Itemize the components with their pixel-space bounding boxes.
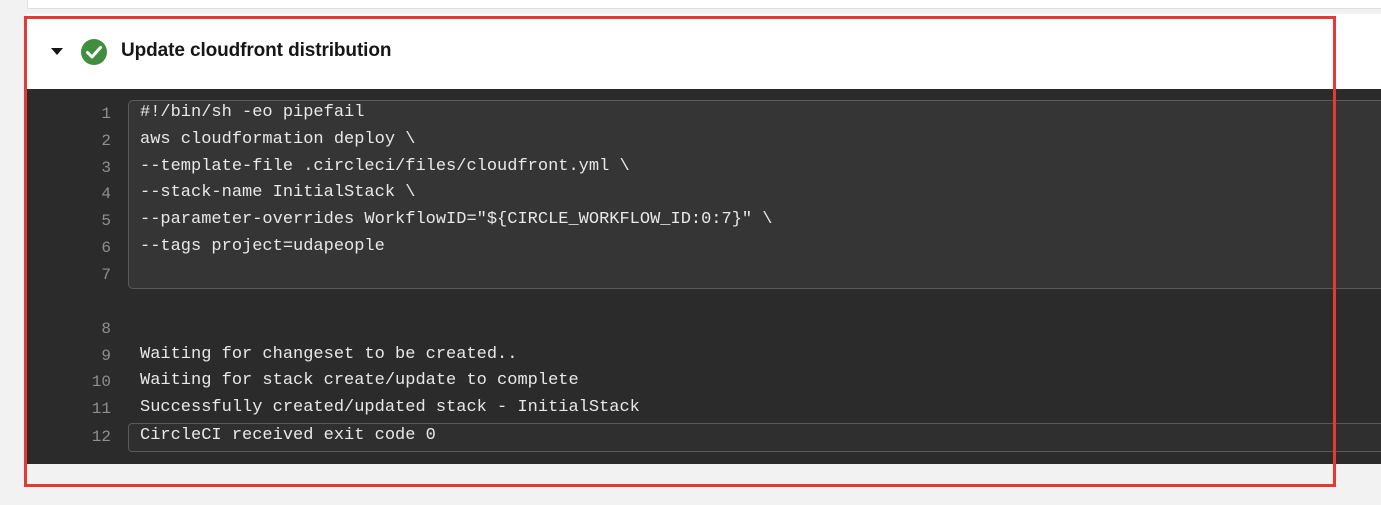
- line-number: 8: [101, 320, 111, 338]
- log-line: 4 --stack-name InitialStack \: [27, 181, 1381, 208]
- log-line: 5 --parameter-overrides WorkflowID="${CI…: [27, 208, 1381, 235]
- line-text: --template-file .circleci/files/cloudfro…: [140, 157, 630, 176]
- log-line: 6 --tags project=udapeople: [27, 235, 1381, 262]
- line-number: 10: [91, 373, 111, 391]
- line-text: Successfully created/updated stack - Ini…: [140, 398, 640, 417]
- log-line: 3 --template-file .circleci/files/cloudf…: [27, 155, 1381, 182]
- line-number: 11: [91, 400, 111, 418]
- previous-step-card: [27, 0, 1381, 9]
- line-text: Waiting for changeset to be created..: [140, 345, 518, 364]
- line-text: --stack-name InitialStack \: [140, 183, 416, 202]
- log-line: 9 Waiting for changeset to be created..: [27, 343, 1381, 370]
- step-card: Update cloudfront distribution 1 #!/bin/…: [27, 14, 1381, 464]
- line-number: 9: [101, 347, 111, 365]
- line-text: #!/bin/sh -eo pipefail: [140, 103, 365, 122]
- log-line: 11 Successfully created/updated stack - …: [27, 396, 1381, 423]
- line-text: CircleCI received exit code 0: [140, 426, 436, 445]
- log-line: 7: [27, 262, 1381, 289]
- line-number: 4: [101, 185, 111, 203]
- line-number: 6: [101, 239, 111, 257]
- log-output: 1 #!/bin/sh -eo pipefail 2 aws cloudform…: [27, 89, 1381, 464]
- log-line: 8: [27, 316, 1381, 343]
- line-number: 5: [101, 212, 111, 230]
- line-number: 2: [101, 132, 111, 150]
- line-number: 12: [91, 428, 111, 446]
- line-number: 1: [101, 105, 111, 123]
- step-title: Update cloudfront distribution: [121, 40, 392, 61]
- line-text: --tags project=udapeople: [140, 237, 385, 256]
- line-text: Waiting for stack create/update to compl…: [140, 371, 579, 390]
- log-line: 10 Waiting for stack create/update to co…: [27, 369, 1381, 396]
- line-number: 7: [101, 266, 111, 284]
- log-line: 12 CircleCI received exit code 0: [27, 424, 1381, 451]
- log-line: 2 aws cloudformation deploy \: [27, 128, 1381, 155]
- line-number: 3: [101, 159, 111, 177]
- success-check-icon: [81, 39, 107, 65]
- line-text: --parameter-overrides WorkflowID="${CIRC…: [140, 210, 773, 229]
- caret-down-icon[interactable]: [51, 48, 63, 55]
- line-text: aws cloudformation deploy \: [140, 130, 416, 149]
- step-header[interactable]: Update cloudfront distribution: [27, 14, 1381, 89]
- log-line: 1 #!/bin/sh -eo pipefail: [27, 101, 1381, 128]
